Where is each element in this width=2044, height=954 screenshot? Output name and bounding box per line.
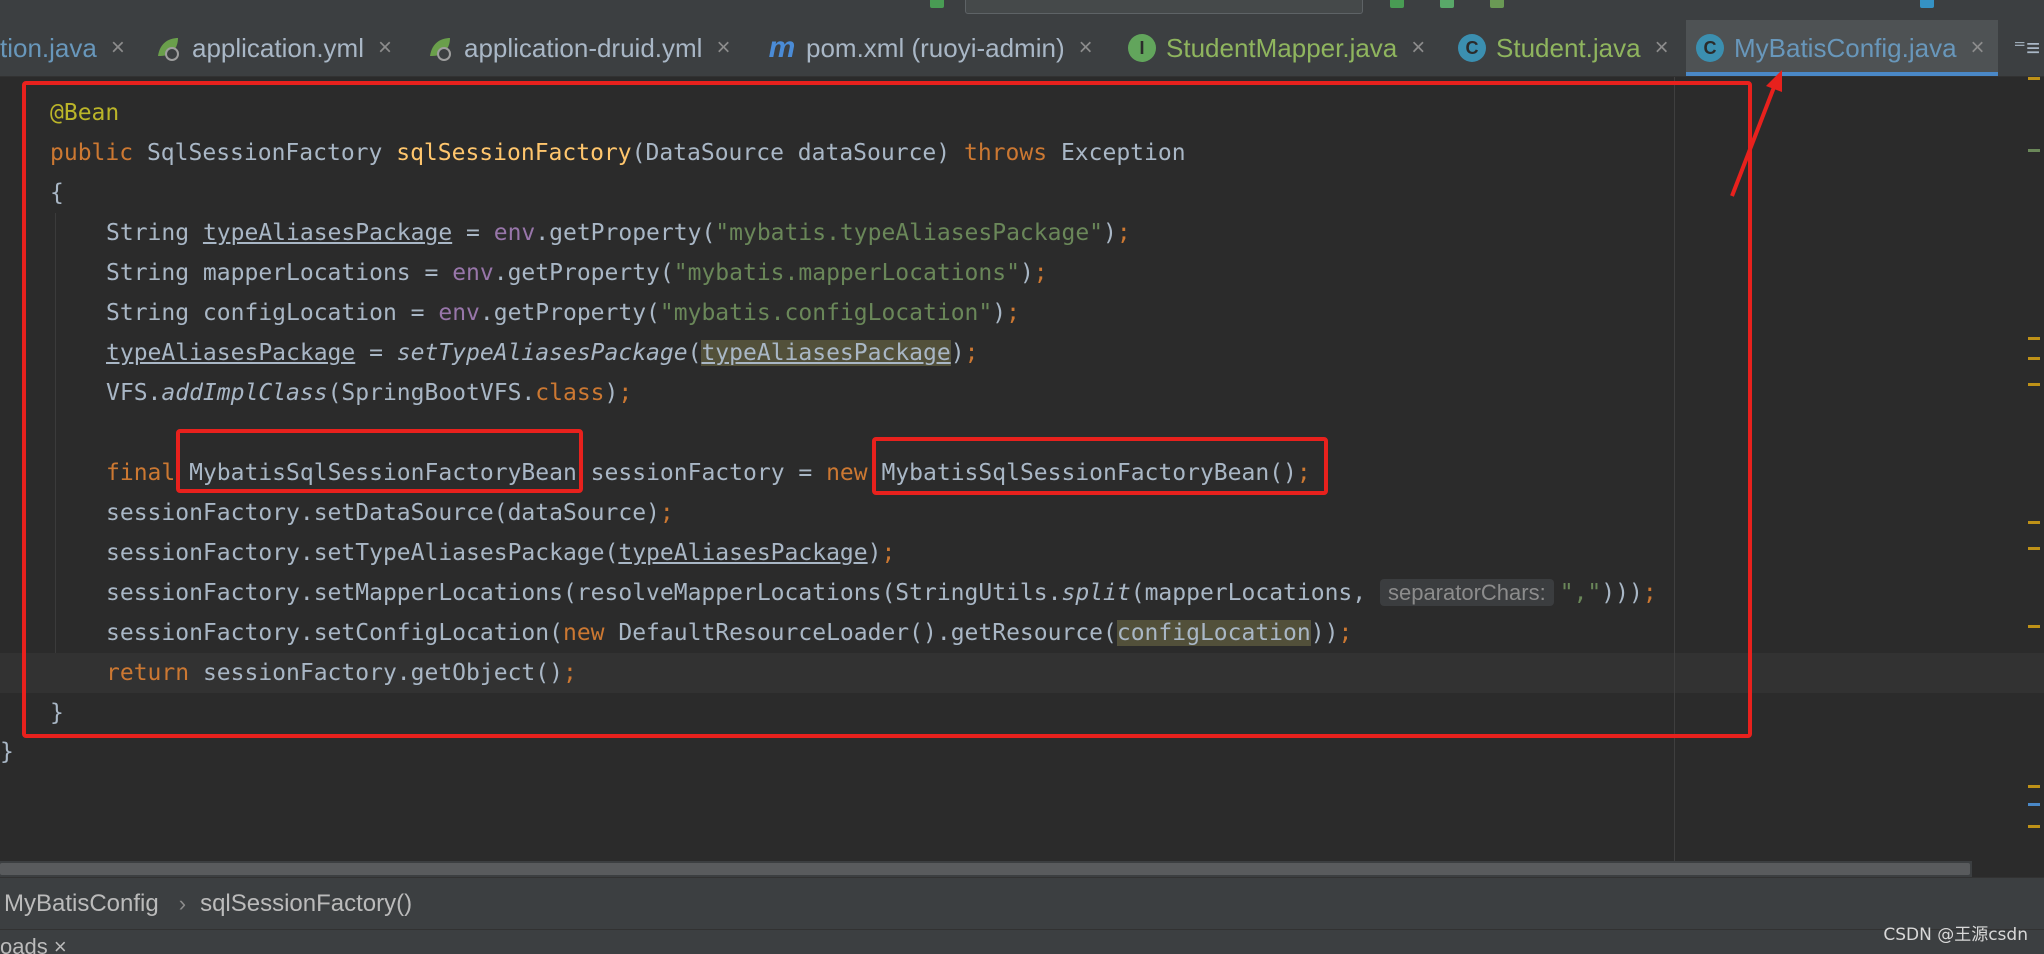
tab-label: tion.java [0,32,97,63]
close-icon[interactable]: × [1411,34,1425,62]
interface-icon: I [1128,34,1156,62]
scrollbar-thumb[interactable] [0,863,1970,875]
tab-tion-java[interactable]: tion.java × [0,20,125,76]
error-stripe[interactable] [2024,77,2044,861]
tab-label: StudentMapper.java [1166,32,1398,63]
class-icon: C [1458,34,1486,62]
watermark: CSDN @王源csdn [1883,925,2028,945]
tab-application-druid-yml[interactable]: application-druid.yml × [426,20,730,76]
warning-marker[interactable] [2028,337,2040,340]
layout-icon[interactable] [1920,0,1934,8]
chevron-right-icon: › [178,891,187,916]
tool-window-tab[interactable]: oads × [0,934,67,954]
tab-label: MyBatisConfig.java [1734,32,1957,63]
warning-marker[interactable] [2028,785,2040,788]
class-close-brace: } [0,739,14,765]
maven-icon: m [768,31,796,64]
close-icon[interactable]: × [378,34,392,62]
class-icon: C [1696,34,1724,62]
change-marker[interactable] [2028,149,2040,152]
annotation-box-method [22,81,1752,738]
tab-label: Student.java [1496,32,1641,63]
annotation-box-constructor [872,437,1328,495]
spring-yml-icon [426,34,454,62]
warning-marker[interactable] [2028,547,2040,550]
tab-pom-xml[interactable]: m pom.xml (ruoyi-admin) × [768,20,1093,76]
close-icon[interactable]: × [1655,34,1669,62]
run-config-selector[interactable] [965,0,1363,14]
bottom-tool-panel: oads × [0,929,2044,954]
breadcrumb: MyBatisConfig › sqlSessionFactory() [0,877,2044,930]
toolbar-strip [0,0,2044,20]
tab-label: pom.xml (ruoyi-admin) [806,32,1065,63]
debug-icon[interactable] [1440,0,1454,8]
warning-marker[interactable] [2028,77,2040,80]
warning-marker[interactable] [2028,357,2040,360]
close-icon[interactable]: × [716,34,730,62]
info-marker[interactable] [2028,803,2040,806]
warning-marker[interactable] [2028,825,2040,828]
tab-application-yml[interactable]: application.yml × [154,20,392,76]
warning-marker[interactable] [2028,521,2040,524]
spring-yml-icon [154,34,182,62]
tab-label: application.yml [192,32,364,63]
close-icon[interactable]: × [111,34,125,62]
annotation-arrow-icon [1730,70,1782,197]
build-icon[interactable] [930,0,944,8]
tab-label: application-druid.yml [464,32,703,63]
tab-studentmapper-java[interactable]: I StudentMapper.java × [1128,20,1425,76]
close-icon[interactable]: × [1079,34,1093,62]
close-icon[interactable]: × [1971,34,1985,62]
tab-overflow-icon[interactable]: ⁼≡ [2013,34,2040,63]
annotation-box-bean-type [176,429,583,493]
warning-marker[interactable] [2028,383,2040,386]
tab-student-java[interactable]: C Student.java × [1458,20,1669,76]
warning-marker[interactable] [2028,625,2040,628]
breadcrumb-class[interactable]: MyBatisConfig [4,890,159,918]
run-icon[interactable] [1390,0,1404,8]
breadcrumb-method[interactable]: sqlSessionFactory() [200,890,412,918]
coverage-icon[interactable] [1490,0,1504,8]
